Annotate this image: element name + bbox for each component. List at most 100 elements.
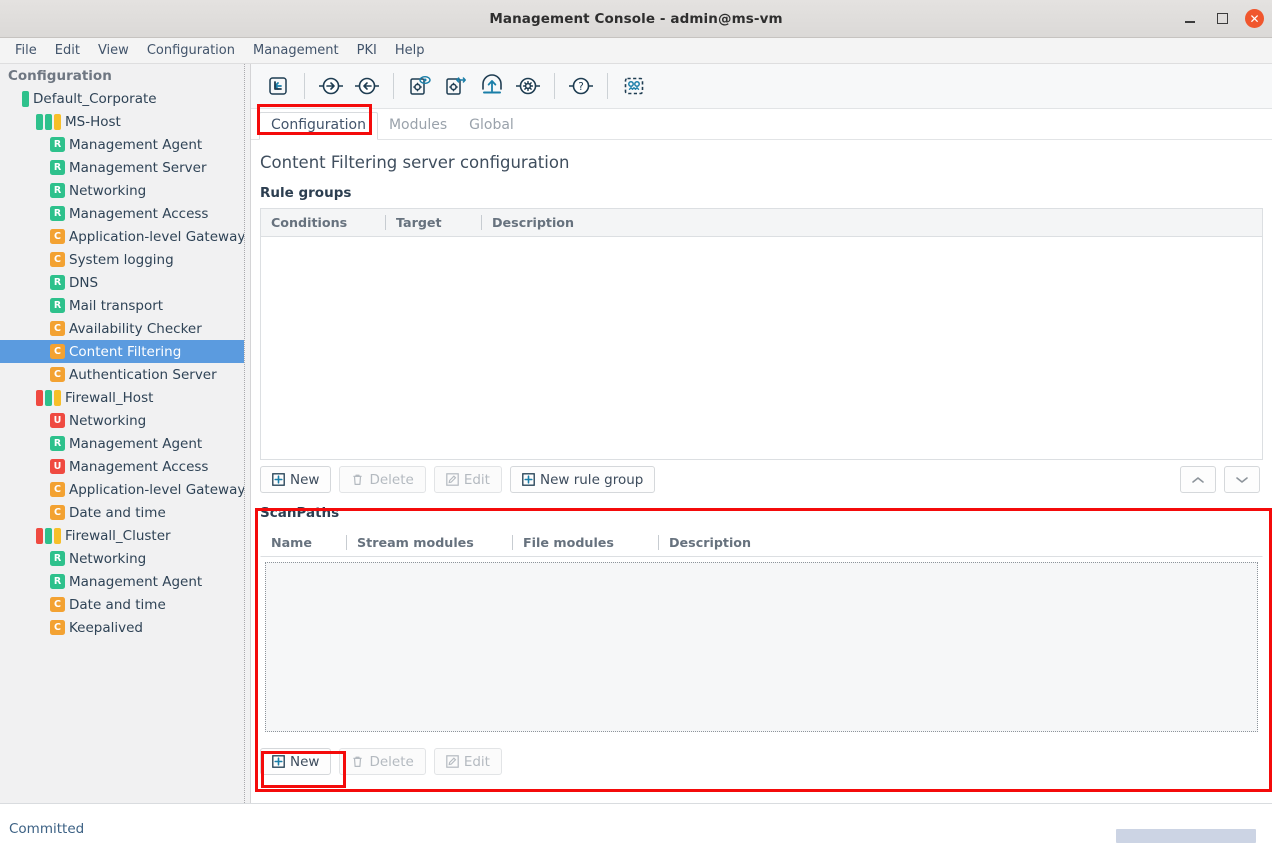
sidebar-item-dns[interactable]: R DNS xyxy=(0,271,250,294)
sidebar-item-firewall-host[interactable]: Firewall_Host xyxy=(0,386,250,409)
sidebar-item-ms-host[interactable]: MS-Host xyxy=(0,110,250,133)
main-panel: ? Configuration Modules Global Content F… xyxy=(251,64,1272,803)
move-down-button[interactable] xyxy=(1224,466,1260,493)
export-arrow-left-icon-button[interactable] xyxy=(350,70,384,102)
menu-item-configuration[interactable]: Configuration xyxy=(138,40,244,61)
status-bars-indicator xyxy=(36,389,61,406)
tab-configuration[interactable]: Configuration xyxy=(259,112,378,140)
tab-modules[interactable]: Modules xyxy=(378,113,458,139)
sidebar-item-management-agent[interactable]: R Management Agent xyxy=(0,133,250,156)
sidebar-item-label: Firewall_Host xyxy=(65,389,154,406)
button-label: New rule group xyxy=(539,471,644,488)
maximize-button[interactable] xyxy=(1213,10,1231,28)
menu-item-pki[interactable]: PKI xyxy=(348,40,386,61)
menu-bar: File Edit View Configuration Management … xyxy=(0,38,1272,64)
status-badge: C xyxy=(50,252,65,267)
menu-item-management[interactable]: Management xyxy=(244,40,348,61)
toolbar-separator xyxy=(304,73,305,99)
rule-groups-delete-button[interactable]: Delete xyxy=(339,466,426,493)
upload-config-icon-button[interactable] xyxy=(475,70,509,102)
sidebar-item-label: Firewall_Cluster xyxy=(65,527,171,544)
sidebar-item-networking[interactable]: R Networking xyxy=(0,179,250,202)
status-bar-segment xyxy=(36,527,43,544)
menu-item-edit[interactable]: Edit xyxy=(46,40,89,61)
status-bars-indicator xyxy=(36,527,61,544)
sidebar-item-mail-transport[interactable]: R Mail transport xyxy=(0,294,250,317)
sidebar-item-availability-checker[interactable]: C Availability Checker xyxy=(0,317,250,340)
import-arrow-right-icon-button[interactable] xyxy=(314,70,348,102)
sidebar-item-label: Management Agent xyxy=(69,435,203,452)
scan-paths-new-button[interactable]: New xyxy=(260,748,332,775)
sidebar-item-authentication-server[interactable]: C Authentication Server xyxy=(0,363,250,386)
robot-assistant-icon-button[interactable] xyxy=(617,70,651,102)
sidebar-item-keepalived[interactable]: C Keepalived xyxy=(0,616,250,639)
sidebar-item-application-level-gateway[interactable]: C Application-level Gateway xyxy=(0,478,250,501)
robot-assistant-icon xyxy=(624,77,644,95)
scan-paths-empty-area[interactable] xyxy=(265,562,1258,732)
scan-paths-body[interactable] xyxy=(260,562,1263,742)
status-badge: C xyxy=(50,482,65,497)
column-header-description[interactable]: Description xyxy=(481,215,1262,230)
help-question-icon: ? xyxy=(569,77,593,95)
menu-item-help[interactable]: Help xyxy=(386,40,434,61)
compare-config-icon-button[interactable] xyxy=(439,70,473,102)
rule-groups-body[interactable] xyxy=(260,236,1263,460)
sidebar-item-label: Networking xyxy=(69,550,147,567)
window-title: Management Console - admin@ms-vm xyxy=(489,10,783,27)
sidebar-splitter[interactable] xyxy=(244,64,250,803)
configuration-tree-sidebar[interactable]: Configuration Default_Corporate MS-Host R M… xyxy=(0,64,251,803)
column-header-target[interactable]: Target xyxy=(385,215,481,230)
rule-groups-edit-button[interactable]: Edit xyxy=(433,466,502,493)
status-badge: C xyxy=(50,597,65,612)
column-header-stream-modules[interactable]: Stream modules xyxy=(346,535,512,550)
scan-paths-delete-button[interactable]: Delete xyxy=(339,748,426,775)
sidebar-item-management-agent[interactable]: R Management Agent xyxy=(0,432,250,455)
toolbar-separator xyxy=(554,73,555,99)
sidebar-item-management-access[interactable]: U Management Access xyxy=(0,455,250,478)
status-badge: U xyxy=(50,413,65,428)
column-header-name[interactable]: Name xyxy=(261,535,346,550)
status-bar-segment xyxy=(54,527,61,544)
settings-gear-icon-button[interactable] xyxy=(511,70,545,102)
settings-gear-icon xyxy=(516,77,540,95)
sidebar-item-management-access[interactable]: R Management Access xyxy=(0,202,250,225)
sidebar-item-system-logging[interactable]: C System logging xyxy=(0,248,250,271)
sidebar-item-label: Management Server xyxy=(69,159,207,176)
sidebar-item-date-and-time[interactable]: C Date and time xyxy=(0,593,250,616)
rule-groups-new-rule-group-button[interactable]: New rule group xyxy=(509,466,656,493)
preview-config-icon-button[interactable] xyxy=(403,70,437,102)
sidebar-item-management-server[interactable]: R Management Server xyxy=(0,156,250,179)
help-question-icon-button[interactable]: ? xyxy=(564,70,598,102)
sidebar-item-firewall-cluster[interactable]: Firewall_Cluster xyxy=(0,524,250,547)
menu-item-view[interactable]: View xyxy=(89,40,138,61)
sidebar-item-label: DNS xyxy=(69,274,99,291)
minimize-button[interactable] xyxy=(1181,10,1199,28)
column-header-file-modules[interactable]: File modules xyxy=(512,535,658,550)
tree-root-label: Configuration xyxy=(8,68,112,84)
sidebar-item-date-and-time[interactable]: C Date and time xyxy=(0,501,250,524)
move-up-button[interactable] xyxy=(1180,466,1216,493)
column-header-conditions[interactable]: Conditions xyxy=(261,215,385,230)
tab-global[interactable]: Global xyxy=(458,113,525,139)
sidebar-item-label: Default_Corporate xyxy=(33,90,157,107)
go-up-icon xyxy=(269,77,287,95)
status-bar-segment xyxy=(36,113,43,130)
rule-groups-new-button[interactable]: New xyxy=(260,466,332,493)
sidebar-item-management-agent[interactable]: R Management Agent xyxy=(0,570,250,593)
compare-config-icon xyxy=(446,77,466,95)
sidebar-item-default-corporate[interactable]: Default_Corporate xyxy=(0,87,250,110)
maximize-icon xyxy=(1216,13,1228,24)
column-header-description[interactable]: Description xyxy=(658,535,1262,550)
close-button[interactable]: ✕ xyxy=(1245,9,1264,28)
sidebar-item-networking[interactable]: R Networking xyxy=(0,547,250,570)
scan-paths-edit-button[interactable]: Edit xyxy=(433,748,502,775)
sidebar-item-application-level-gateway[interactable]: C Application-level Gateway xyxy=(0,225,250,248)
menu-item-file[interactable]: File xyxy=(6,40,46,61)
scan-paths-header-row: Name Stream modules File modules Descrip… xyxy=(260,528,1263,557)
sidebar-item-content-filtering[interactable]: C Content Filtering xyxy=(0,340,250,363)
status-badge: R xyxy=(50,298,65,313)
upload-config-icon xyxy=(482,74,502,94)
status-bars-indicator xyxy=(22,90,29,107)
sidebar-item-networking[interactable]: U Networking xyxy=(0,409,250,432)
go-up-icon-button[interactable] xyxy=(261,70,295,102)
